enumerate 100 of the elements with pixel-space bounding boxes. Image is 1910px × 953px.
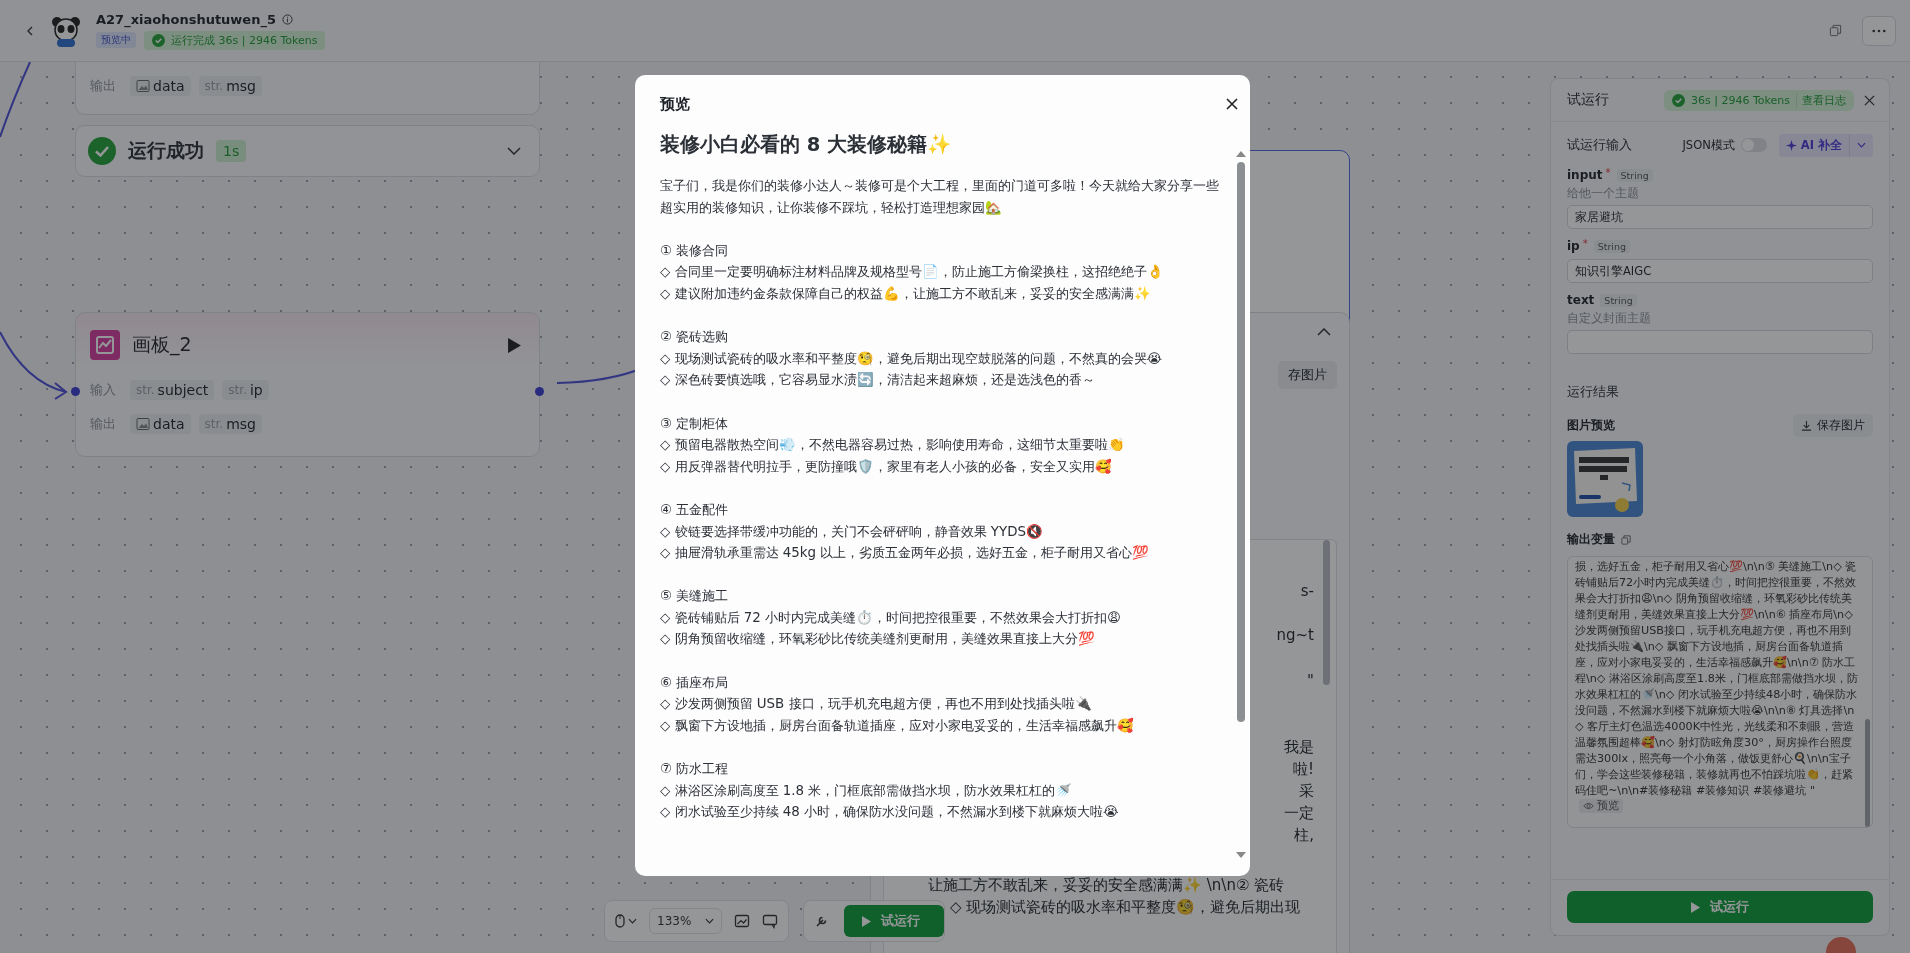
required-mark: * [1582,238,1588,249]
node-title: 画板_2 [132,332,192,358]
section-heading: 运行结果 [1567,384,1620,401]
play-icon[interactable] [508,337,521,353]
port-name: data [153,416,185,432]
save-image-button[interactable]: 存图片 [1278,360,1337,389]
chevron-down-icon[interactable] [507,147,521,155]
list-item: ◇ 现场测试瓷砖的吸水率和平整度🧐，避免后期出现空鼓脱落的问题，不然真的会哭😭 [660,349,1164,368]
port-dot[interactable] [71,387,80,396]
duration-badge: 1s [216,140,247,162]
section-title: ② 瓷砖选购 [660,328,730,347]
panda-icon [50,14,82,47]
scroll-down-icon[interactable] [1236,852,1246,858]
workflow-title: A27_xiaohonshutuwen_5 [96,11,276,27]
board-icon [90,330,120,360]
field-label: input [1567,168,1603,182]
section-title: ⑥ 插座布局 [660,673,730,692]
list-item: ◇ 飘窗下方设地插，厨房台面备轨道插座，应对小家电妥妥的，生活幸福感飙升🥰 [660,716,1135,735]
field-label: ip [1567,239,1580,253]
list-item: ◇ 用反弹器替代明拉手，更防撞哦🛡，家里有老人小孩的必备，安全又实用🥰 [660,457,1113,476]
output-text: ◇ 现场测试瓷砖的吸水率和平整度🧐，避免后期出现 [950,896,1301,918]
port-name: msg [226,78,256,94]
preview-button[interactable]: 预览 [1579,799,1623,813]
input-field[interactable]: 知识引擎AIGC [1567,259,1873,283]
type-tag: String [1593,239,1631,253]
run-button[interactable]: 试运行 [1567,891,1873,923]
list-item: ◇ 阴角预留收缩缝，环氧彩砂比传统美缝剂更耐用，美缝效果直接上大分💯 [660,630,1096,649]
section-title: ④ 五金配件 [660,500,730,519]
panel-title: 试运行 [1567,91,1609,109]
list-item: ◇ 铰链要选择带缓冲功能的，关门不会砰砰响，静音效果 YYDS🔇 [660,522,1044,541]
scroll-up-icon[interactable] [1236,151,1246,157]
field-label: text [1567,293,1595,307]
section-title: ⑦ 防水工程 [660,760,730,779]
section-title: ⑤ 美缝施工 [660,587,730,606]
info-icon[interactable] [282,13,293,25]
list-item: ◇ 建议附加违约金条款保障自己的权益💪，让施工方不敢乱来，妥妥的安全感满满✨ [660,284,1152,303]
text-fragment: s- [1300,580,1314,602]
copy-icon[interactable] [1829,24,1842,37]
mouse-icon [615,914,625,928]
text-fragment: " [1307,670,1314,692]
port-name: subject [157,382,209,398]
mode-badge: 预览中 [96,32,136,48]
caret-icon [628,918,637,924]
list-item: ◇ 淋浴区涂刷高度至 1.8 米，门框底部需做挡水坝，防水效果杠杠的🚿 [660,781,1074,800]
type-tag: String [1600,293,1637,307]
type-tag: String [1616,168,1653,182]
pointer-mode-button[interactable] [615,914,637,928]
text-fragment: 我是 [1284,736,1314,758]
play-icon [1691,901,1700,913]
toggle-label: JSON模式 [1682,137,1735,153]
run-result-label: 运行成功 [128,138,204,163]
download-icon [1801,419,1812,431]
more-icon [1872,28,1886,33]
input-field[interactable] [1567,330,1873,354]
zoom-dropdown[interactable]: 133% [649,908,723,934]
port-name: msg [226,416,256,432]
list-item: ◇ 沙发两侧预留 USB 接口，玩手机充电超方便，再也不用到处找插头啦🔌 [660,695,1093,714]
dialog-title: 预览 [660,94,690,114]
list-item: ◇ 瓷砖铺贴后 72 小时内完成美缝⏱，时间把控很重要，不然效果会大打折扣😩 [660,608,1123,627]
play-icon [862,915,872,927]
port-name: data [153,78,185,94]
output-text: 让施工方不敢乱来，妥妥的安全感满满✨ \n\n② 瓷砖 [928,874,1285,895]
scrollbar-thumb[interactable] [1237,162,1245,722]
text-fragment: 一定 [1284,802,1314,824]
chevron-up-icon[interactable] [1317,327,1331,336]
list-item: ◇ 预留电器散热空间💨，不然电器容易过热，影响使用寿命，这细节太重要啦👏 [660,436,1126,455]
article-heading: 装修小白必看的 8 大装修秘籍✨ [660,132,953,158]
text-fragment: 柱, [1294,824,1314,846]
success-icon [88,137,116,165]
list-item: ◇ 闭水试验至少持续 48 小时，确保防水没问题，不然漏水到楼下就麻烦大啦😭 [660,803,1120,822]
section-title: ① 装修合同 [660,241,730,260]
status-text: 运行完成 36s | 2946 Tokens [171,32,318,48]
run-result-bar[interactable]: 运行成功 1s [75,125,540,177]
subsection-label: 输出变量 [1567,531,1615,548]
eye-icon [1583,802,1594,810]
scrollbar-thumb[interactable] [1865,719,1870,827]
run-button[interactable]: 试运行 [844,905,945,937]
list-item: ◇ 深色砖要慎选哦，它容易显水渍🔄，清洁起来超麻烦，还是选浅色的香～ [660,371,1096,390]
required-mark: * [1605,167,1611,178]
save-image-button[interactable]: 保存图片 [1793,413,1873,437]
output-text: 损，选好五金，柜子耐用又省心💯\n\n⑤ 美缝施工\n◇ 瓷砖铺贴后72小时内完成美缝⏱，时间把控很重要，不然效果会大打折扣😩\n◇ 阴角预留收缩缝，环氧彩砂比传统美缝剂更耐用，美缝效果直接上大分💯\n\n⑥ 插座布局\n◇ 沙发两侧预留USB接口，玩手机充电超方便，再也不用到处找插头啦🔌\n◇ 飘窗下方设地插，厨房台面备轨道插座，应对小家电妥妥的，生活幸福感飙升🥰\n\n⑦ 防水工程\n◇ 淋浴区涂刷高度至1.8米，门框底部需做挡水坝，防水效果杠杠的🚿\n◇ 闭水试验至少持续48小时，确保防水没问题，不然漏水到楼下就麻烦大啦😭\n\n⑧ 灯具选择\n◇ 客厅主灯色温选4000K中性光，光线柔和不刺眼，营造温馨氛围超棒🥰\n◇ 射灯防眩角度30°，厨房操作台照度需达300lx，照亮每一个小角落，做饭更舒心🍳\n\n宝子们，学会这些装修秘籍，装修就再也不怕踩坑啦👏，赶紧码住吧~\n\n#装修秘籍 #装修知识 #装修避坑 " [1575,560,1858,797]
port-dot[interactable] [535,387,544,396]
section-title: ③ 定制柜体 [660,414,730,433]
image-icon[interactable] [734,913,751,929]
caret-icon [1857,142,1866,148]
image-icon [136,417,150,431]
list-item: ◇ 合同里一定要明确标注材料品牌及规格型号📄，防止施工方偷梁换柱，这招绝绝子👌 [660,263,1165,282]
connector-arrow [0,331,68,400]
port-name: ip [249,382,263,398]
input-field[interactable]: 家居避坑 [1567,205,1873,229]
sparkle-icon [1785,139,1797,151]
close-icon[interactable] [1226,98,1238,110]
check-icon [152,33,165,47]
subsection-label: 图片预览 [1567,416,1615,434]
copy-icon[interactable] [1621,534,1631,545]
comment-icon[interactable] [762,913,779,929]
list-item: ◇ 抽屉滑轨承重需达 45kg 以上，劣质五金两年必损，选好五金，柜子耐用又省心💯 [660,544,1151,563]
caret-icon [705,918,715,924]
scrollbar-thumb[interactable] [1323,539,1330,685]
check-icon [1672,93,1686,107]
